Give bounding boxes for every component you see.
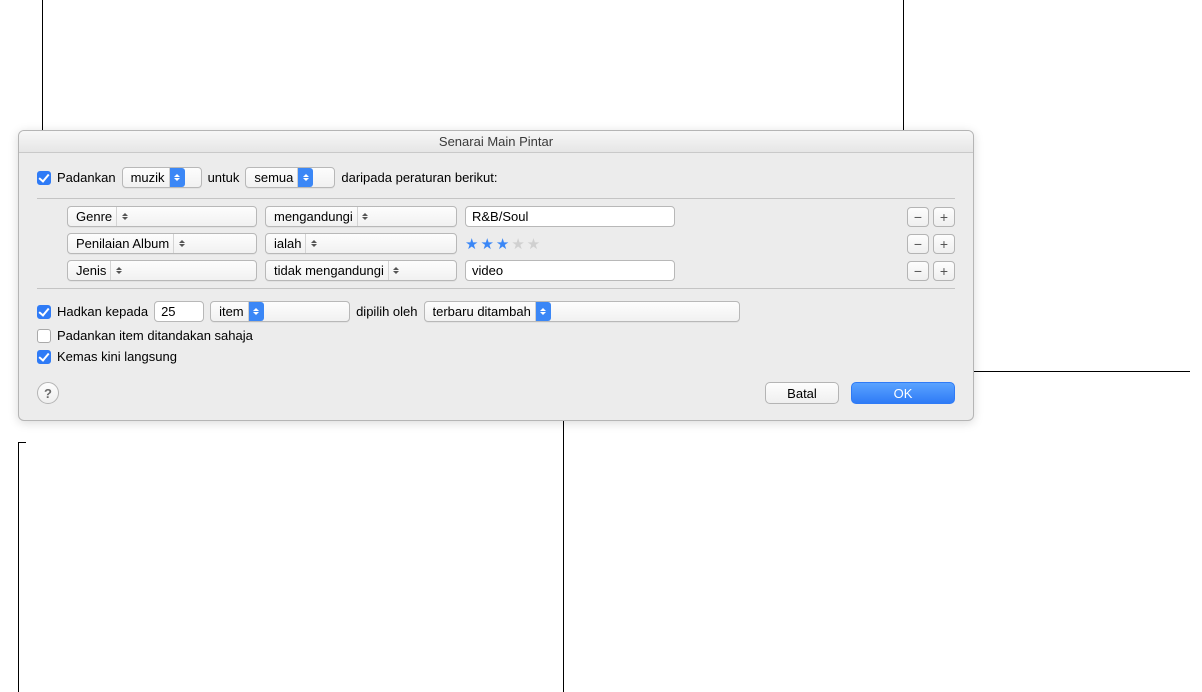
- rule-row: Genre mengandungi R&B/Soul − +: [37, 203, 955, 230]
- rule-pm-group: − +: [907, 234, 955, 254]
- limit-amount-input[interactable]: 25: [154, 301, 204, 322]
- updown-icon: [535, 302, 551, 321]
- rule-attribute-value: Jenis: [76, 263, 110, 278]
- rule-operator-popup[interactable]: ialah: [265, 233, 457, 254]
- rule-operator-value: ialah: [274, 236, 305, 251]
- rule-attribute-popup[interactable]: Jenis: [67, 260, 257, 281]
- updown-icon: [173, 234, 189, 253]
- add-rule-button[interactable]: +: [933, 234, 955, 254]
- rule-pm-group: − +: [907, 207, 955, 227]
- add-rule-button[interactable]: +: [933, 261, 955, 281]
- minus-icon: −: [914, 237, 922, 251]
- help-button[interactable]: ?: [37, 382, 59, 404]
- limit-row: Hadkan kepada 25 item dipilih oleh terba…: [37, 301, 955, 322]
- match-row: Padankan muzik untuk semua daripada pera…: [37, 167, 955, 188]
- ok-button[interactable]: OK: [851, 382, 955, 404]
- minus-icon: −: [914, 264, 922, 278]
- plus-icon: +: [940, 237, 948, 251]
- plus-icon: +: [940, 264, 948, 278]
- callout-line: [18, 442, 26, 443]
- add-rule-button[interactable]: +: [933, 207, 955, 227]
- limit-unit-value: item: [219, 304, 248, 319]
- remove-rule-button[interactable]: −: [907, 207, 929, 227]
- star-rating: ★★★★★: [465, 235, 542, 253]
- rule-attribute-popup[interactable]: Penilaian Album: [67, 233, 257, 254]
- minus-icon: −: [914, 210, 922, 224]
- limit-selectedby-popup[interactable]: terbaru ditambah: [424, 301, 740, 322]
- cancel-button[interactable]: Batal: [765, 382, 839, 404]
- updown-icon: [248, 302, 264, 321]
- limit-selectedby-label: dipilih oleh: [356, 304, 417, 319]
- dialog-content: Padankan muzik untuk semua daripada pera…: [19, 153, 973, 420]
- live-update-label: Kemas kini langsung: [57, 349, 177, 364]
- match-label-prefix: Padankan: [57, 170, 116, 185]
- help-icon: ?: [44, 386, 52, 401]
- match-label-suffix: daripada peraturan berikut:: [341, 170, 497, 185]
- updown-icon: [357, 207, 373, 226]
- remove-rule-button[interactable]: −: [907, 261, 929, 281]
- match-media-popup[interactable]: muzik: [122, 167, 202, 188]
- ok-label: OK: [894, 386, 913, 401]
- rule-value-text: video: [472, 263, 503, 278]
- updown-icon: [305, 234, 321, 253]
- rule-attribute-value: Genre: [76, 209, 116, 224]
- rule-operator-popup[interactable]: tidak mengandungi: [265, 260, 457, 281]
- match-checkbox[interactable]: [37, 171, 51, 185]
- rule-attribute-value: Penilaian Album: [76, 236, 173, 251]
- rule-row: Penilaian Album ialah ★★★★★ − +: [37, 230, 955, 257]
- updown-icon: [169, 168, 185, 187]
- match-scope-popup[interactable]: semua: [245, 167, 335, 188]
- limit-unit-popup[interactable]: item: [210, 301, 350, 322]
- updown-icon: [110, 261, 126, 280]
- limit-selectedby-value: terbaru ditambah: [433, 304, 535, 319]
- match-media-value: muzik: [131, 170, 169, 185]
- cancel-label: Batal: [787, 386, 817, 401]
- rule-operator-value: mengandungi: [274, 209, 357, 224]
- rule-value-input[interactable]: video: [465, 260, 675, 281]
- rule-operator-popup[interactable]: mengandungi: [265, 206, 457, 227]
- smart-playlist-dialog: Senarai Main Pintar Padankan muzik untuk…: [18, 130, 974, 421]
- match-checked-only-label: Padankan item ditandakan sahaja: [57, 328, 253, 343]
- limit-checkbox[interactable]: [37, 305, 51, 319]
- updown-icon: [116, 207, 132, 226]
- rule-pm-group: − +: [907, 261, 955, 281]
- dialog-footer: ? Batal OK: [37, 382, 955, 404]
- callout-line: [18, 442, 19, 692]
- remove-rule-button[interactable]: −: [907, 234, 929, 254]
- match-checked-only-row: Padankan item ditandakan sahaja: [37, 328, 955, 343]
- rule-value-stars[interactable]: ★★★★★: [465, 233, 675, 254]
- plus-icon: +: [940, 210, 948, 224]
- updown-icon: [297, 168, 313, 187]
- match-checked-only-checkbox[interactable]: [37, 329, 51, 343]
- rule-operator-value: tidak mengandungi: [274, 263, 388, 278]
- rule-value-input[interactable]: R&B/Soul: [465, 206, 675, 227]
- limit-label: Hadkan kepada: [57, 304, 148, 319]
- limit-amount-value: 25: [161, 304, 175, 319]
- rule-row: Jenis tidak mengandungi video − +: [37, 257, 955, 284]
- rules-list: Genre mengandungi R&B/Soul − + P: [37, 198, 955, 289]
- match-label-for: untuk: [208, 170, 240, 185]
- live-update-row: Kemas kini langsung: [37, 349, 955, 364]
- dialog-title: Senarai Main Pintar: [19, 131, 973, 153]
- callout-line: [563, 409, 564, 692]
- rule-value-text: R&B/Soul: [472, 209, 528, 224]
- live-update-checkbox[interactable]: [37, 350, 51, 364]
- rule-attribute-popup[interactable]: Genre: [67, 206, 257, 227]
- updown-icon: [388, 261, 404, 280]
- match-scope-value: semua: [254, 170, 297, 185]
